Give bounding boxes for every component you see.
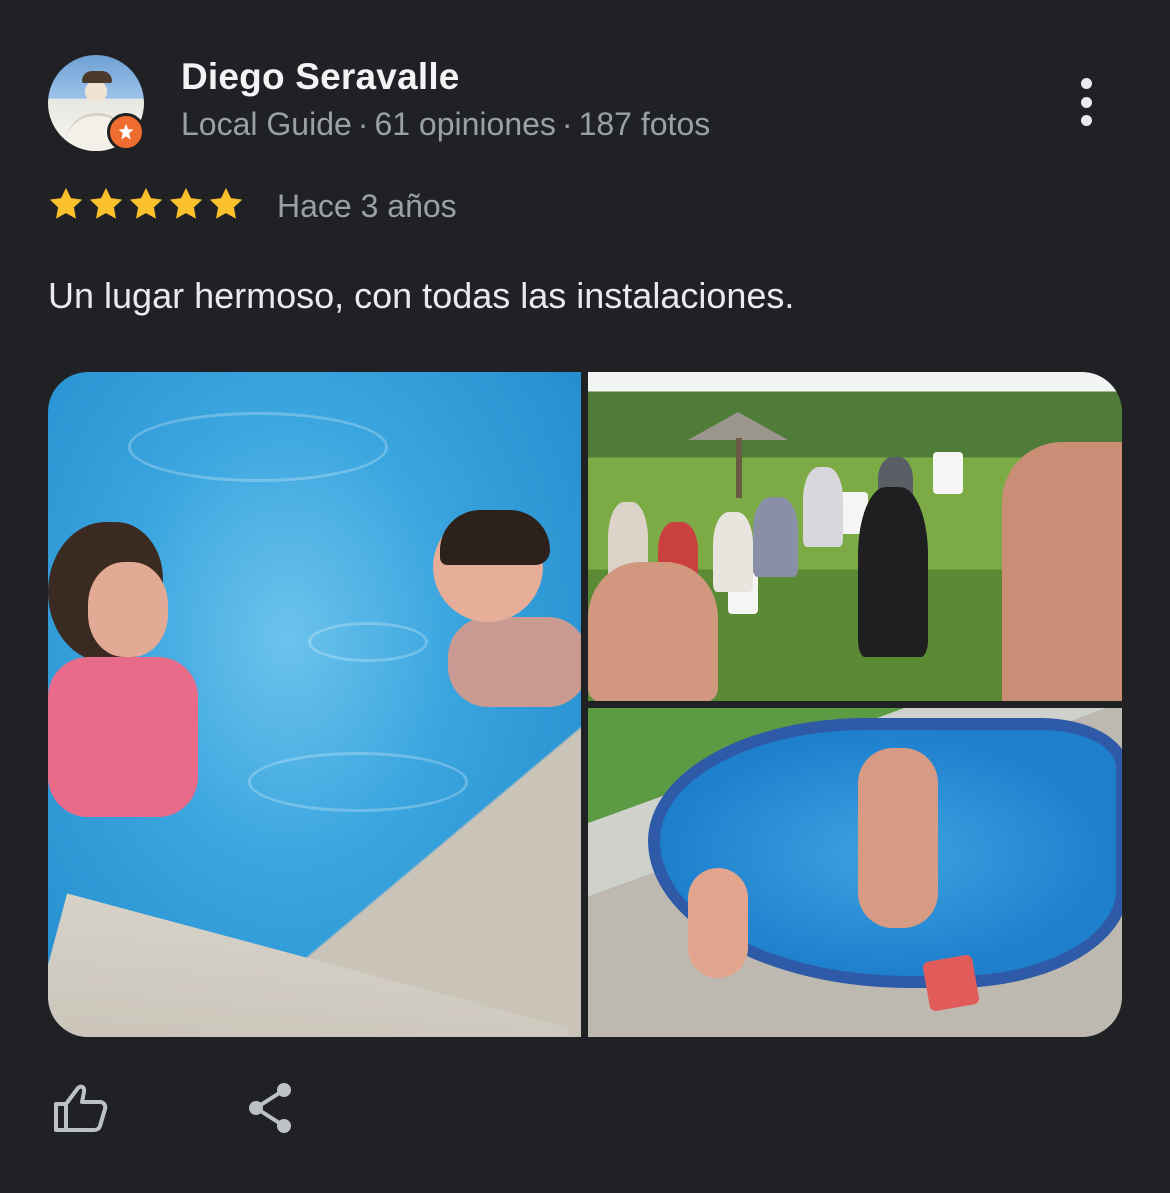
pool-kids-photo[interactable] (48, 372, 581, 1037)
photo-count: 187 fotos (578, 106, 711, 142)
star-icon (209, 187, 243, 219)
share-icon (249, 1083, 291, 1133)
like-button[interactable] (48, 1076, 112, 1140)
garden-gathering-photo[interactable] (588, 372, 1122, 701)
small-pool-photo[interactable] (588, 708, 1122, 1037)
review-text: Un lugar hermoso, con todas las instalac… (48, 275, 795, 316)
share-button[interactable] (238, 1076, 302, 1140)
local-guide-star-icon (107, 113, 145, 151)
star-icon (89, 187, 123, 219)
review-actions (48, 1076, 348, 1140)
star-rating (47, 185, 245, 229)
more-options-icon[interactable] (1066, 72, 1106, 132)
photo-gallery (48, 372, 1122, 1037)
local-guide-label: Local Guide (181, 106, 352, 142)
reviewer-name[interactable]: Diego Seravalle (181, 56, 460, 98)
review-count: 61 opiniones (374, 106, 556, 142)
star-icon (49, 187, 83, 219)
star-icon (129, 187, 163, 219)
reviewer-meta: Local Guide · 61 opiniones · 187 fotos (181, 106, 711, 142)
review-date: Hace 3 años (277, 188, 457, 224)
review-card: Diego Seravalle Local Guide · 61 opiniones… (0, 0, 1170, 1193)
star-icon (169, 187, 203, 219)
thumb-up-icon (54, 1084, 108, 1132)
